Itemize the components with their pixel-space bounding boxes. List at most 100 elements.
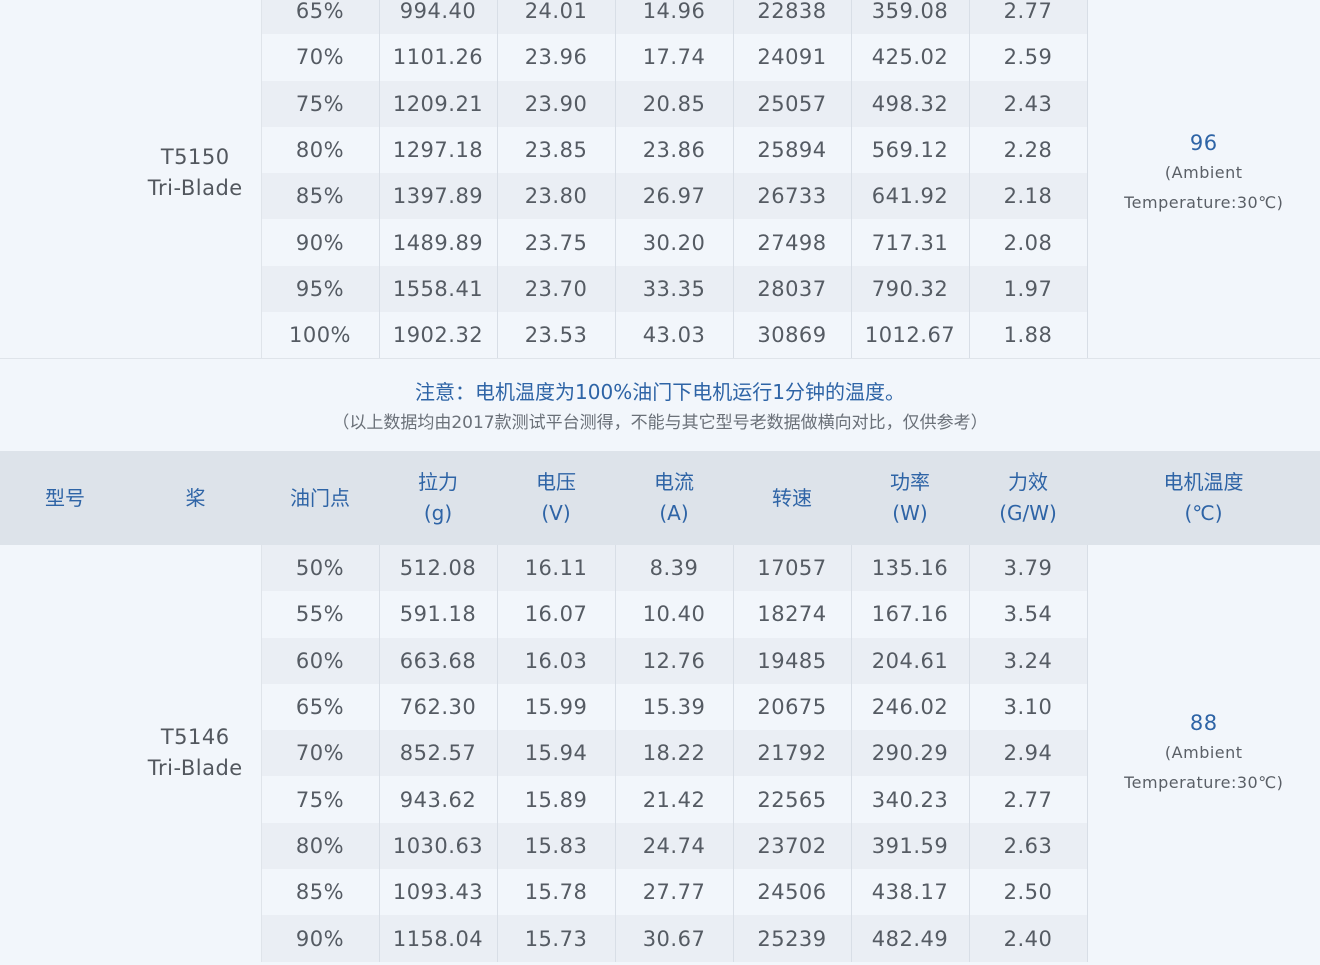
table-cell: 90% [261, 915, 380, 962]
table-cell: 15.89 [497, 776, 616, 823]
table-cell: 1558.41 [379, 265, 498, 313]
table-cell: 3.54 [969, 591, 1088, 638]
header-speed-label: 转速 [772, 485, 812, 510]
temperature-note-line: Temperature:30℃) [1124, 773, 1284, 793]
table-cell: 569.12 [851, 126, 970, 174]
header-efficiency-label: 力效 [1008, 470, 1048, 494]
table-cell: 30869 [733, 312, 852, 359]
table-cell: 1.88 [969, 312, 1088, 359]
table-cell: 95% [261, 265, 380, 313]
table-cell: 3.10 [969, 683, 1088, 731]
table-cell: 25239 [733, 915, 852, 962]
table-cell: 75% [261, 776, 380, 823]
table-cell: 70% [261, 730, 380, 777]
table-cell: 18274 [733, 591, 852, 638]
table-cell: 15.83 [497, 822, 616, 870]
table-cell: 246.02 [851, 683, 970, 731]
table-cell: 23.96 [497, 34, 616, 81]
table-cell: 70% [261, 34, 380, 81]
table-cell: 482.49 [851, 915, 970, 962]
table-cell: 23.80 [497, 173, 616, 220]
table-cell: 21.42 [615, 776, 734, 823]
header-thrust: 拉力 (g) [379, 451, 497, 545]
temperature-value: 88 [1189, 711, 1218, 736]
table-cell: 15.78 [497, 869, 616, 916]
t5150-temperature-cell: 96 (Ambient Temperature:30℃) [1087, 0, 1320, 359]
table-cell: 290.29 [851, 730, 970, 777]
table-cell: 21792 [733, 730, 852, 777]
table-cell: 425.02 [851, 34, 970, 81]
table-cell: 80% [261, 126, 380, 174]
table-cell: 100% [261, 312, 380, 359]
header-voltage: 电压 (V) [497, 451, 615, 545]
note-block: 注意：电机温度为100%油门下电机运行1分钟的温度。 （以上数据均由2017款测… [0, 359, 1320, 451]
table-cell: 27.77 [615, 869, 734, 916]
table-cell: 1030.63 [379, 822, 498, 870]
table-cell: 27498 [733, 219, 852, 266]
table-cell: 167.16 [851, 591, 970, 638]
header-voltage-unit: (V) [541, 501, 571, 525]
table-cell: 943.62 [379, 776, 498, 823]
table-cell: 663.68 [379, 637, 498, 684]
table-cell: 80% [261, 822, 380, 870]
table-cell: 1.97 [969, 265, 1088, 313]
table-cell: 20675 [733, 683, 852, 731]
table-cell: 359.08 [851, 0, 970, 35]
table-cell: 23.86 [615, 126, 734, 174]
t5146-temperature-cell: 88 (Ambient Temperature:30℃) [1087, 545, 1320, 962]
table-cell: 438.17 [851, 869, 970, 916]
header-current-label: 电流 [654, 470, 694, 494]
header-model: 型号 [0, 451, 130, 545]
header-power-unit: (W) [892, 501, 928, 525]
table-cell: 1902.32 [379, 312, 498, 359]
table-cell: 23.75 [497, 219, 616, 266]
table-cell: 23.53 [497, 312, 616, 359]
prop-name-line: Tri-Blade [147, 756, 243, 781]
table-cell: 15.39 [615, 683, 734, 731]
table-cell: 24091 [733, 34, 852, 81]
note-sub-text: （以上数据均由2017款测试平台测得，不能与其它型号老数据做横向对比，仅供参考） [332, 413, 988, 433]
header-current: 电流 (A) [615, 451, 733, 545]
table-cell: 135.16 [851, 545, 970, 592]
temperature-value: 96 [1189, 131, 1218, 156]
table-cell: 19485 [733, 637, 852, 684]
t5150-data-table: T5150 Tri-Blade 65% 994.40 24.01 14.96 22838 35… [0, 0, 1320, 359]
t5146-table-body: T5146 Tri-Blade 50% 512.08 16.11 8.39 17057 135… [0, 545, 1320, 962]
table-cell: 591.18 [379, 591, 498, 638]
header-prop-label: 桨 [185, 485, 206, 510]
header-throttle: 油门点 [261, 451, 379, 545]
table-cell: 3.79 [969, 545, 1088, 592]
table-cell: 30.20 [615, 219, 734, 266]
table-cell: 16.03 [497, 637, 616, 684]
table-cell: 20.85 [615, 80, 734, 127]
table-cell: 2.43 [969, 80, 1088, 127]
table-cell: 1012.67 [851, 312, 970, 359]
table-cell: 790.32 [851, 265, 970, 313]
table-cell: 90% [261, 219, 380, 266]
table-cell: 14.96 [615, 0, 734, 35]
table-cell: 1209.21 [379, 80, 498, 127]
table-row: T5146 Tri-Blade 50% 512.08 16.11 8.39 17057 135… [0, 545, 1320, 962]
table-header: 型号 桨 油门点 拉力 (g) 电压 (V) 电流 (A) 转速 功率 (W) … [0, 451, 1320, 545]
t5146-model-spacer [0, 545, 130, 962]
table-cell: 26733 [733, 173, 852, 220]
temperature-note-line: (Ambient [1164, 743, 1243, 763]
table-cell: 17.74 [615, 34, 734, 81]
prop-name-line: Tri-Blade [147, 176, 243, 201]
header-voltage-label: 电压 [536, 470, 576, 494]
table-cell: 28037 [733, 265, 852, 313]
table-cell: 75% [261, 80, 380, 127]
table-cell: 717.31 [851, 219, 970, 266]
table-cell: 50% [261, 545, 380, 592]
table-cell: 17057 [733, 545, 852, 592]
table-cell: 2.40 [969, 915, 1088, 962]
table-cell: 23.85 [497, 126, 616, 174]
table-row: T5150 Tri-Blade 65% 994.40 24.01 14.96 22838 35… [0, 0, 1320, 359]
table-cell: 55% [261, 591, 380, 638]
table-cell: 641.92 [851, 173, 970, 220]
prop-name-line: T5150 [160, 145, 230, 170]
table-cell: 23702 [733, 822, 852, 870]
header-efficiency-unit: (G/W) [999, 501, 1057, 525]
header-power: 功率 (W) [851, 451, 969, 545]
t5146-prop-cell: T5146 Tri-Blade [130, 545, 262, 962]
